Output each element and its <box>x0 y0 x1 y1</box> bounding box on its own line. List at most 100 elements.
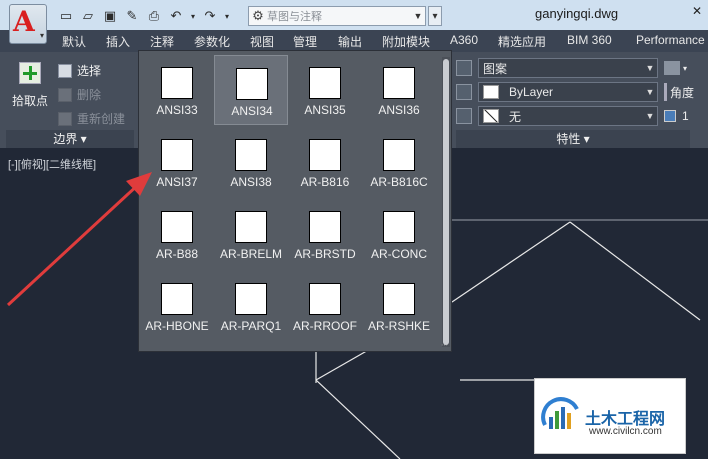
scale-value: 1 <box>682 109 689 123</box>
redo-icon[interactable]: ↷ <box>200 7 220 25</box>
hatch-pattern-swatch <box>161 283 193 315</box>
layers-icon <box>664 61 680 75</box>
properties-panel-title[interactable]: 特性 ▾ <box>456 130 690 148</box>
undo-icon[interactable]: ↶ <box>166 7 186 25</box>
background-color-dropdown[interactable]: 无 ▼ <box>478 106 658 126</box>
save-icon[interactable]: ▣ <box>100 7 120 25</box>
print-icon[interactable]: ⎙ <box>144 7 164 25</box>
tab-default[interactable]: 默认 <box>62 33 86 50</box>
hatch-pattern-swatch <box>309 139 341 171</box>
gear-icon: ⚙ <box>252 8 264 23</box>
pick-points-button[interactable]: 拾取点 <box>10 62 50 118</box>
scale-icon <box>664 110 676 122</box>
new-icon[interactable]: ▭ <box>56 7 76 25</box>
hatch-pattern-name: AR-PARQ1 <box>220 319 282 333</box>
tab-addins[interactable]: 附加模块 <box>382 33 430 50</box>
hatch-pattern-item[interactable]: ANSI36 <box>362 55 436 125</box>
tab-insert[interactable]: 插入 <box>106 33 130 50</box>
tab-manage[interactable]: 管理 <box>293 33 317 50</box>
hatch-color-dropdown[interactable]: ByLayer ▼ <box>478 82 658 102</box>
recreate-icon <box>58 111 72 126</box>
resize-grip-icon[interactable]: ⋯ <box>441 341 448 349</box>
tab-a360[interactable]: A360 <box>450 33 478 47</box>
angle-label: 角度 <box>670 85 695 100</box>
hatch-pattern-name: AR-RSHKE <box>367 319 430 333</box>
hatch-pattern-item[interactable]: ANSI34 <box>214 55 288 125</box>
transparency-row[interactable]: ▾ <box>664 58 687 78</box>
hatch-pattern-item[interactable]: ANSI38 <box>214 127 288 197</box>
undo-dropdown-icon[interactable]: ▾ <box>188 7 198 25</box>
tab-performance[interactable]: Performance <box>636 33 705 47</box>
select-button[interactable]: 选择 <box>58 62 101 79</box>
add-point-icon <box>19 62 41 84</box>
tab-parametric[interactable]: 参数化 <box>194 33 230 50</box>
scale-field[interactable]: 1 <box>664 106 689 126</box>
hatch-pattern-item[interactable]: AR-PARQ1 <box>214 271 288 341</box>
workspace-select[interactable]: ⚙ 草图与注释 ▼ <box>248 6 426 26</box>
remove-label: 删除 <box>77 88 102 102</box>
color-swatch <box>483 85 499 99</box>
hatch-type-value: 图案 <box>483 61 508 76</box>
quick-access-toolbar: ▭ ▱ ▣ ✎ ⎙ ↶ ▾ ↷ ▾ <box>56 6 232 26</box>
hatch-pattern-name: AR-RROOF <box>293 319 357 333</box>
hatch-pattern-item[interactable]: AR-RSHKE <box>362 271 436 341</box>
tab-output[interactable]: 输出 <box>338 33 362 50</box>
save-as-icon[interactable]: ✎ <box>122 7 142 25</box>
hatch-pattern-name: AR-B816 <box>300 175 350 189</box>
hatch-pattern-name: AR-HBONE <box>145 319 209 333</box>
hatch-pattern-name: AR-BRELM <box>219 247 282 261</box>
close-icon[interactable]: ✕ <box>690 4 704 18</box>
hatch-pattern-item[interactable]: ANSI35 <box>288 55 362 125</box>
angle-field[interactable]: 角度 <box>664 82 694 102</box>
boundary-panel-title[interactable]: 边界 ▾ <box>6 130 134 148</box>
background-color-value: 无 <box>509 109 522 124</box>
qat-customize-button[interactable]: ▾ <box>428 6 442 26</box>
color-row: ByLayer ▼ <box>456 82 658 102</box>
pick-points-label: 拾取点 <box>11 94 48 108</box>
hatch-pattern-item[interactable]: AR-B816C <box>362 127 436 197</box>
title-bar: ▭ ▱ ▣ ✎ ⎙ ↶ ▾ ↷ ▾ ⚙ 草图与注释 ▼ ▾ ganyingqi.… <box>0 0 708 30</box>
pattern-row: 图案 ▼ <box>456 58 658 78</box>
hatch-pattern-item[interactable]: AR-RROOF <box>288 271 362 341</box>
chevron-down-icon: ▼ <box>645 63 655 73</box>
hatch-pattern-item[interactable]: ANSI37 <box>140 127 214 197</box>
tab-featured-apps[interactable]: 精选应用 <box>498 33 546 50</box>
hatch-pattern-item[interactable]: AR-B88 <box>140 199 214 269</box>
hatch-pattern-swatch <box>236 68 268 100</box>
hatch-pattern-swatch <box>161 139 193 171</box>
hatch-pattern-swatch <box>383 67 415 99</box>
workspace-value: 草图与注释 <box>267 11 322 23</box>
hatch-pattern-item[interactable]: AR-BRELM <box>214 199 288 269</box>
hatch-pattern-swatch <box>309 283 341 315</box>
watermark-url-text: www.civilcn.com <box>589 426 662 437</box>
hatch-pattern-item[interactable]: AR-CONC <box>362 199 436 269</box>
hatch-pattern-name: AR-B816C <box>370 175 428 189</box>
hatch-color-icon <box>456 84 472 100</box>
hatch-pattern-name: ANSI35 <box>304 103 346 117</box>
hatch-pattern-item[interactable]: ANSI33 <box>140 55 214 125</box>
tab-annotate[interactable]: 注释 <box>150 33 174 50</box>
tab-bim360[interactable]: BIM 360 <box>567 33 612 47</box>
gallery-scrollbar-thumb[interactable] <box>443 59 449 345</box>
hatch-pattern-name: ANSI36 <box>378 103 420 117</box>
hatch-type-dropdown[interactable]: 图案 ▼ <box>478 58 658 78</box>
recreate-button: 重新创建 <box>58 110 125 127</box>
application-menu-button[interactable]: A ▾ <box>9 4 47 44</box>
hatch-pattern-item[interactable]: AR-HBONE <box>140 271 214 341</box>
hatch-pattern-swatch <box>309 211 341 243</box>
tab-view[interactable]: 视图 <box>250 33 274 50</box>
site-logo-icon <box>541 397 579 429</box>
no-color-swatch <box>483 109 499 123</box>
hatch-pattern-swatch <box>235 139 267 171</box>
hatch-pattern-name: AR-B88 <box>155 247 199 261</box>
ribbon-tabs: 默认 插入 注释 参数化 视图 管理 输出 附加模块 A360 精选应用 BIM… <box>0 30 708 52</box>
autocad-logo-icon: A <box>13 5 35 38</box>
redo-dropdown-icon[interactable]: ▾ <box>222 7 232 25</box>
hatch-pattern-item[interactable]: AR-BRSTD <box>288 199 362 269</box>
hatch-pattern-name: AR-BRSTD <box>294 247 356 261</box>
hatch-pattern-item[interactable]: AR-B816 <box>288 127 362 197</box>
open-icon[interactable]: ▱ <box>78 7 98 25</box>
angle-slider-handle <box>664 83 667 101</box>
hatch-pattern-swatch <box>161 67 193 99</box>
viewport-controls[interactable]: [-][俯视][二维线框] <box>8 156 96 172</box>
